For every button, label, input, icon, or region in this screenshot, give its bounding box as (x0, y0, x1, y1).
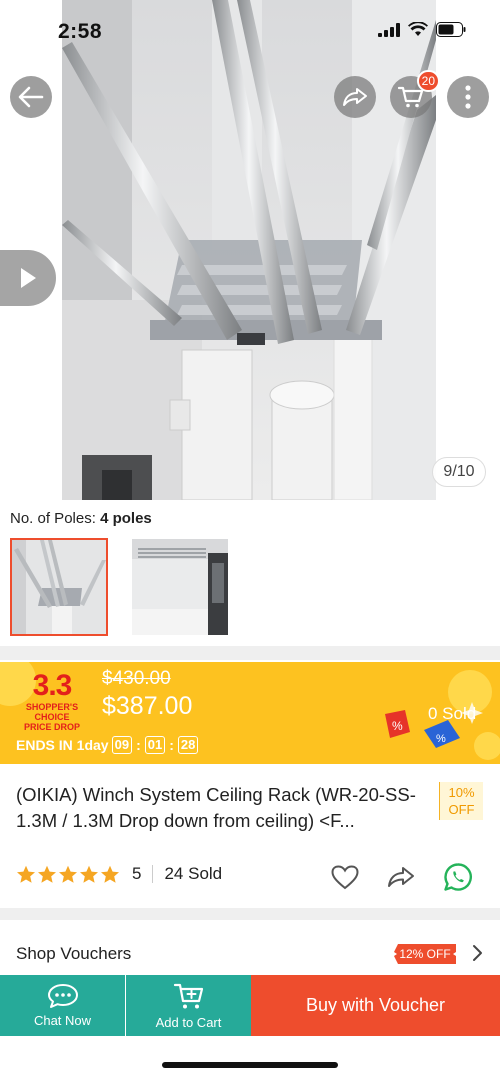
promo-logo-line1: SHOPPER'S (25, 702, 79, 712)
whatsapp-icon (444, 863, 472, 891)
star-icon (101, 865, 119, 883)
voucher-tag[interactable]: 12% OFF (394, 944, 456, 964)
chat-now-button[interactable]: Chat Now (0, 975, 125, 1036)
star-icon (38, 865, 56, 883)
status-bar: 2:58 (0, 0, 500, 62)
play-icon (21, 268, 36, 288)
like-button[interactable] (330, 862, 360, 892)
discount-percent: 10% (448, 785, 475, 800)
countdown-hours: 09 (111, 736, 133, 754)
more-icon (465, 85, 471, 109)
thumbnail-2-image (132, 539, 228, 635)
battery-icon (436, 22, 466, 37)
promo-logo-line2: CHOICE (34, 712, 70, 722)
whatsapp-share-button[interactable] (443, 862, 473, 892)
promo-sold-count: 0 Sold (428, 704, 477, 723)
sale-price: $387.00 (102, 692, 193, 720)
cart-count-badge: 20 (416, 70, 440, 92)
promo-logo-number: 3.3 (32, 669, 73, 702)
wifi-icon (408, 22, 428, 36)
add-to-cart-button[interactable]: Add to Cart (126, 975, 251, 1036)
thumbnail-1[interactable] (10, 538, 108, 636)
section-divider (0, 646, 500, 660)
chat-icon (47, 984, 78, 1008)
countdown-minutes: 01 (144, 736, 166, 754)
signal-icon (378, 22, 400, 37)
variation-label: No. of Poles: 4 poles (10, 510, 152, 527)
share-icon (388, 867, 414, 887)
share-icon (343, 88, 367, 106)
thumbnail-1-image (12, 540, 106, 634)
star-icon (80, 865, 98, 883)
thumbnail-2[interactable] (131, 538, 229, 636)
add-to-cart-label: Add to Cart (155, 1015, 222, 1030)
star-icon (17, 865, 35, 883)
image-position-indicator: 9/10 (432, 457, 486, 487)
product-image-gallery[interactable]: 2:58 20 9/10 (0, 0, 500, 500)
cart-button[interactable]: 20 (390, 70, 440, 118)
chat-now-label: Chat Now (33, 1013, 92, 1028)
shop-vouchers-label[interactable]: Shop Vouchers (16, 944, 131, 964)
buy-with-voucher-button[interactable]: Buy with Voucher (251, 975, 500, 1036)
promo-countdown: ENDS IN 1day 09 : 01 : 28 (16, 736, 199, 754)
heart-icon (331, 864, 359, 889)
svg-text:%: % (392, 719, 403, 733)
more-button[interactable] (447, 76, 489, 118)
original-price: $430.00 (102, 668, 171, 689)
add-cart-icon (173, 983, 203, 1009)
promo-logo-line3: PRICE DROP (23, 722, 80, 732)
back-arrow-icon (18, 86, 44, 108)
back-button[interactable] (10, 76, 52, 118)
countdown-label: ENDS IN 1day (16, 737, 109, 753)
play-video-button[interactable] (0, 250, 56, 306)
variation-value: 4 poles (100, 510, 152, 527)
rating-divider (152, 865, 154, 883)
variation-name: No. of Poles: (10, 510, 96, 527)
status-time: 2:58 (58, 20, 103, 43)
promo-logo: 3.3 SHOPPER'S CHOICE PRICE DROP (14, 669, 90, 733)
rating-value: 5 (132, 864, 142, 883)
rating-row: 5 24 Sold (16, 864, 222, 884)
discount-badge: 10% OFF (439, 782, 483, 820)
status-icons (378, 22, 466, 37)
bottom-action-bar: Chat Now Add to Cart Buy with Voucher (0, 975, 500, 1036)
discount-suffix: OFF (448, 802, 475, 817)
share-button[interactable] (334, 76, 376, 118)
svg-text:%: % (436, 733, 446, 745)
home-indicator (162, 1062, 338, 1068)
sold-count: 24 Sold (164, 864, 223, 883)
share-product-button[interactable] (386, 862, 416, 892)
rating-stars (16, 865, 120, 884)
product-photo (62, 0, 436, 500)
countdown-seconds: 28 (177, 736, 199, 754)
chevron-right-icon[interactable] (470, 944, 484, 962)
section-divider (0, 908, 500, 920)
star-icon (59, 865, 77, 883)
product-title: (OIKIA) Winch System Ceiling Rack (WR-20… (16, 784, 416, 831)
